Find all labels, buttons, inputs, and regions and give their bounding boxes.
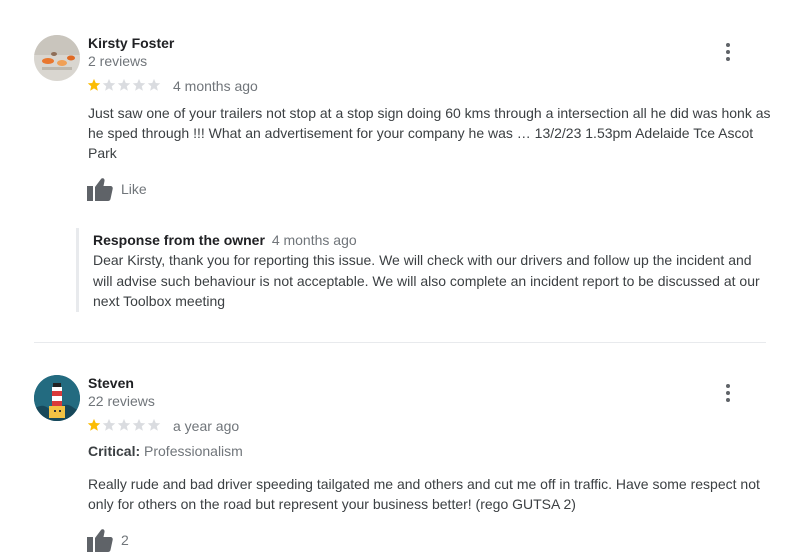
like-button[interactable]: 2 [87,528,129,552]
like-button[interactable]: Like [87,177,147,201]
star-icon [102,78,116,91]
review-count[interactable]: 22 reviews [88,393,155,409]
more-vert-icon [726,43,730,47]
owner-response-text: Dear Kirsty, thank you for reporting thi… [93,252,760,309]
star-icon [132,418,146,431]
critical-value: Professionalism [144,443,243,459]
star-icon [87,78,101,91]
review-date: a year ago [173,418,240,434]
avatar[interactable] [34,375,80,421]
star-icon [132,78,146,91]
star-icon [147,418,161,431]
star-icon [117,78,131,91]
reviewer-name[interactable]: Kirsty Foster [88,35,174,51]
review-divider [34,342,766,343]
thumb-up-icon [87,529,113,552]
owner-response: Response from the owner 4 months ago Dea… [76,228,766,312]
like-label: Like [121,181,147,197]
owner-response-title: Response from the owner [93,232,265,248]
more-options-button[interactable] [716,40,740,64]
like-count: 2 [121,532,129,548]
more-options-button[interactable] [716,381,740,405]
star-icon [147,78,161,91]
review-date: 4 months ago [173,78,258,94]
more-vert-icon [726,384,730,388]
review-count[interactable]: 2 reviews [88,53,147,69]
star-icon [87,418,101,431]
reviewer-name[interactable]: Steven [88,375,134,391]
review-text: Really rude and bad driver speeding tail… [88,476,760,512]
star-rating [87,418,161,432]
critical-label: Critical: [88,443,141,459]
avatar[interactable] [34,35,80,81]
star-icon [102,418,116,431]
owner-response-date: 4 months ago [271,232,357,248]
thumb-up-icon [87,178,113,201]
critical-aspect: Critical: Professionalism [88,443,243,459]
star-icon [117,418,131,431]
review-text: Just saw one of your trailers not stop a… [88,105,771,161]
star-rating [87,78,161,92]
